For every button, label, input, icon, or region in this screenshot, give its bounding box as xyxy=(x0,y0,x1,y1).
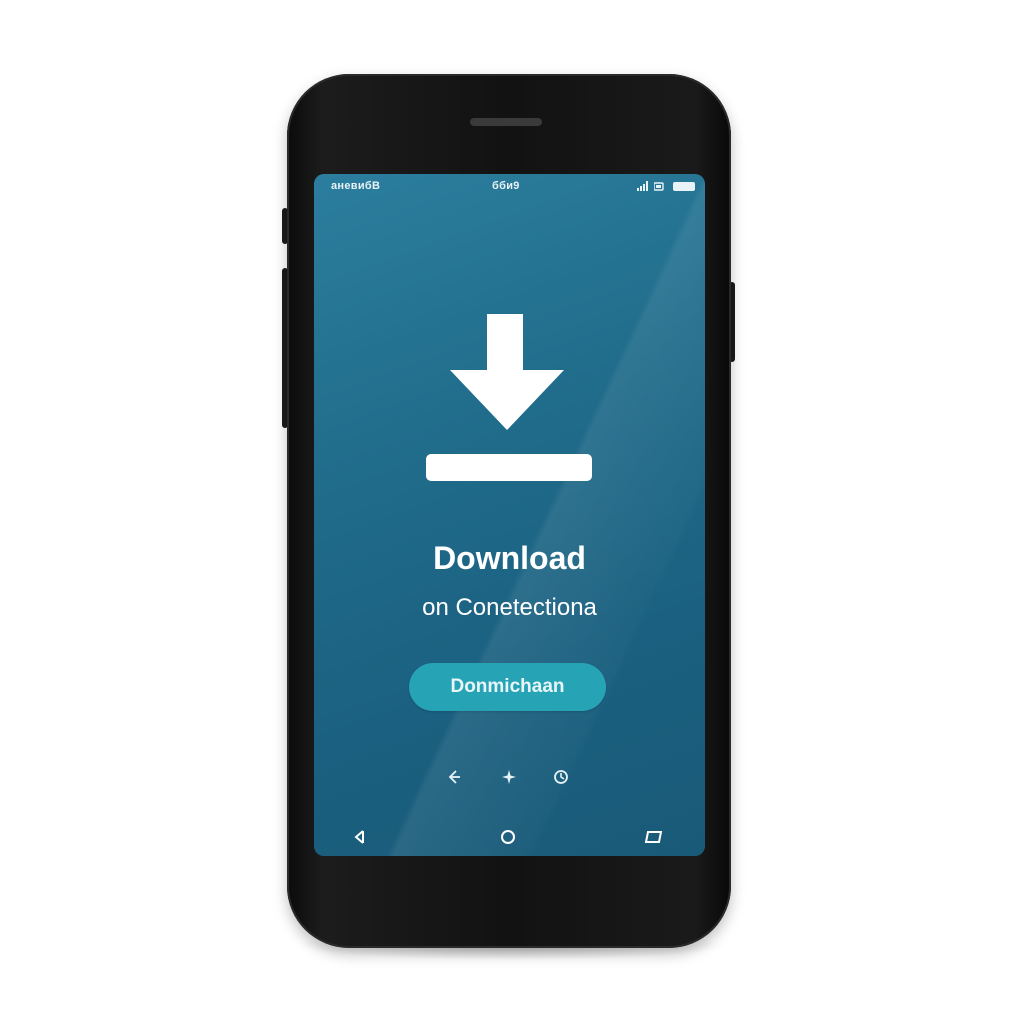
sparkle-icon[interactable] xyxy=(500,768,518,786)
stage: аневибВ бби9 Download on Conetectiona Do… xyxy=(0,0,1024,1024)
status-icons xyxy=(637,181,695,191)
screen-glare xyxy=(314,174,705,856)
earpiece-speaker xyxy=(470,118,542,126)
hero-subtitle: on Conetectiona xyxy=(422,594,597,621)
refresh-icon[interactable] xyxy=(552,768,570,786)
status-time: бби9 xyxy=(492,180,520,192)
recents-icon[interactable] xyxy=(644,828,664,846)
home-icon[interactable] xyxy=(498,828,518,846)
battery-icon xyxy=(673,181,695,191)
status-bar: аневибВ бби9 xyxy=(314,174,705,200)
status-carrier: аневибВ xyxy=(331,180,381,192)
wifi-icon xyxy=(654,182,664,191)
phone-screen: аневибВ бби9 Download on Conetectiona Do… xyxy=(314,174,705,856)
download-button[interactable]: Donmichaan xyxy=(409,663,606,711)
back-icon[interactable] xyxy=(350,828,370,846)
navigation-bar xyxy=(314,826,705,850)
quick-actions xyxy=(314,768,705,788)
signal-icon xyxy=(637,181,648,191)
download-icon xyxy=(426,314,592,481)
hero-title: Download xyxy=(433,540,586,576)
share-icon[interactable] xyxy=(445,768,463,786)
